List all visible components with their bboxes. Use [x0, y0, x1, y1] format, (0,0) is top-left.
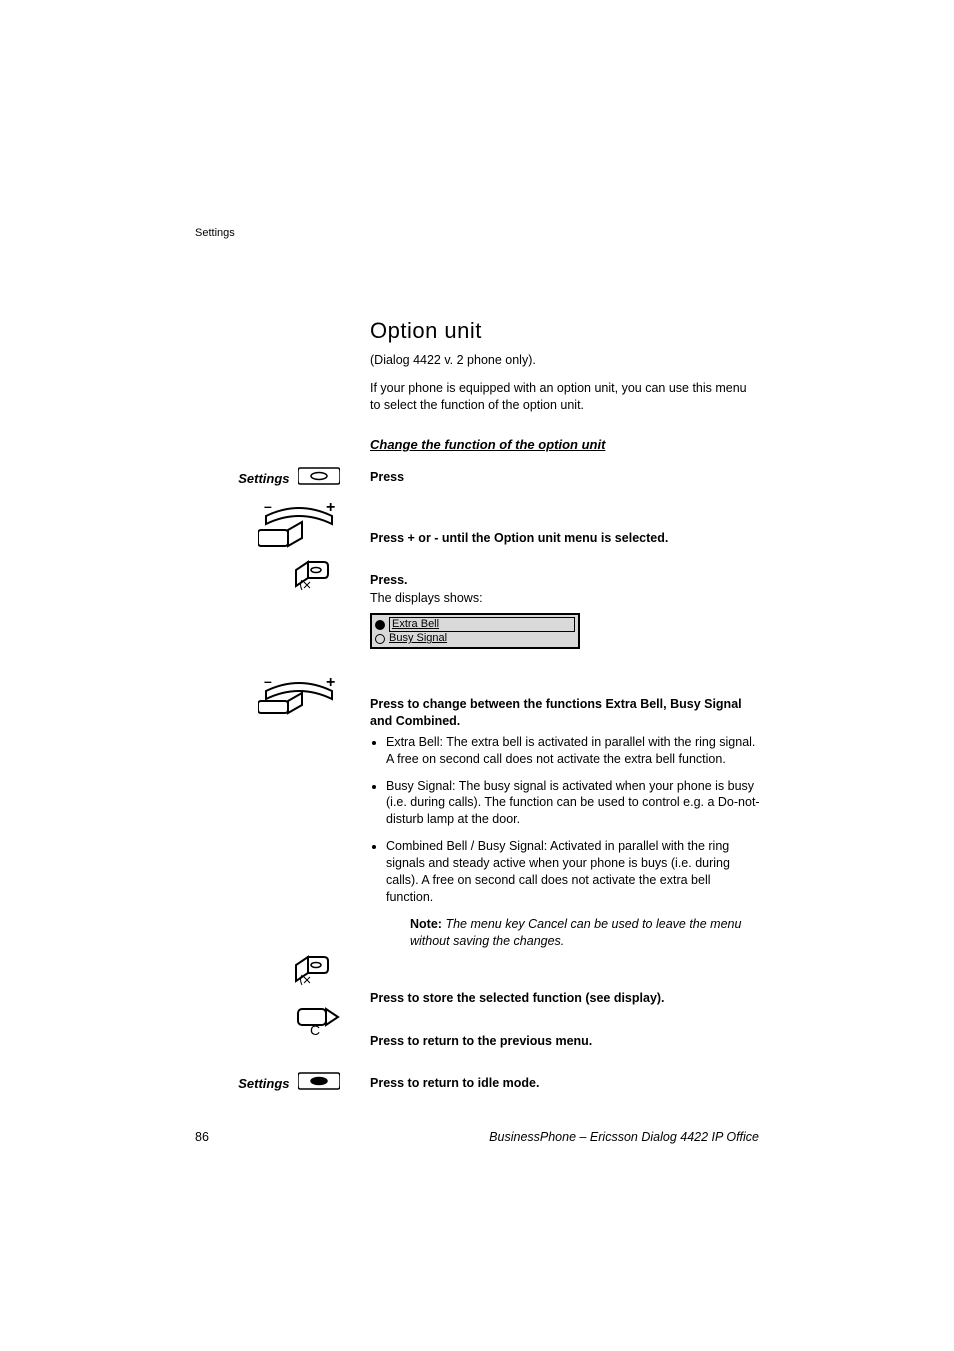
- intro-line-2: If your phone is equipped with an option…: [370, 380, 760, 414]
- step-return-idle: Press to return to idle mode.: [370, 1075, 760, 1092]
- softkey-icon: [294, 560, 340, 599]
- svg-text:–: –: [264, 500, 272, 514]
- running-header: Settings: [195, 227, 235, 239]
- menu-key-icon: [298, 466, 340, 491]
- page-number: 86: [195, 1130, 209, 1144]
- step-press-dot: Press.: [370, 573, 408, 587]
- footer-text: BusinessPhone – Ericsson Dialog 4422 IP …: [489, 1130, 759, 1144]
- subheading: Change the function of the option unit: [370, 437, 760, 452]
- settings-label: Settings: [238, 471, 289, 486]
- settings-label: Settings: [238, 1076, 289, 1091]
- displays-shows-text: The displays shows:: [370, 591, 483, 605]
- display-option-selected: Extra Bell: [389, 617, 575, 632]
- clear-key-icon: C: [296, 1007, 340, 1042]
- bullet-busy-signal: Busy Signal: The busy signal is activate…: [386, 778, 760, 829]
- plus-minus-rocker-icon: – +: [258, 500, 340, 553]
- intro-line-1: (Dialog 4422 v. 2 phone only).: [370, 352, 760, 369]
- step-plus-minus: Press + or - until the Option unit menu …: [370, 530, 760, 547]
- softkey-icon: [294, 955, 340, 994]
- menu-key-icon: [298, 1071, 340, 1096]
- svg-text:C: C: [310, 1022, 320, 1037]
- svg-text:–: –: [264, 675, 272, 689]
- step-press: Press: [370, 469, 760, 486]
- bullet-list: Extra Bell: The extra bell is activated …: [370, 734, 760, 906]
- step-return-previous: Press to return to the previous menu.: [370, 1033, 760, 1050]
- radio-filled-icon: [375, 620, 385, 630]
- bullet-extra-bell: Extra Bell: The extra bell is activated …: [386, 734, 760, 768]
- note-label: Note:: [410, 917, 442, 931]
- note-body: The menu key Cancel can be used to leave…: [410, 917, 741, 948]
- step-store: Press to store the selected function (se…: [370, 990, 760, 1007]
- note: Note: The menu key Cancel can be used to…: [410, 916, 760, 950]
- page: Settings Option unit (Dialog 4422 v. 2 p…: [0, 0, 954, 1351]
- step-change-functions: Press to change between the functions Ex…: [370, 696, 760, 730]
- radio-empty-icon: [375, 634, 385, 644]
- display-option-2: Busy Signal: [389, 632, 447, 645]
- display-box: Extra Bell Busy Signal: [370, 613, 580, 649]
- bullet-combined: Combined Bell / Busy Signal: Activated i…: [386, 838, 760, 906]
- section-heading: Option unit: [370, 318, 760, 344]
- plus-minus-rocker-icon: – +: [258, 675, 340, 720]
